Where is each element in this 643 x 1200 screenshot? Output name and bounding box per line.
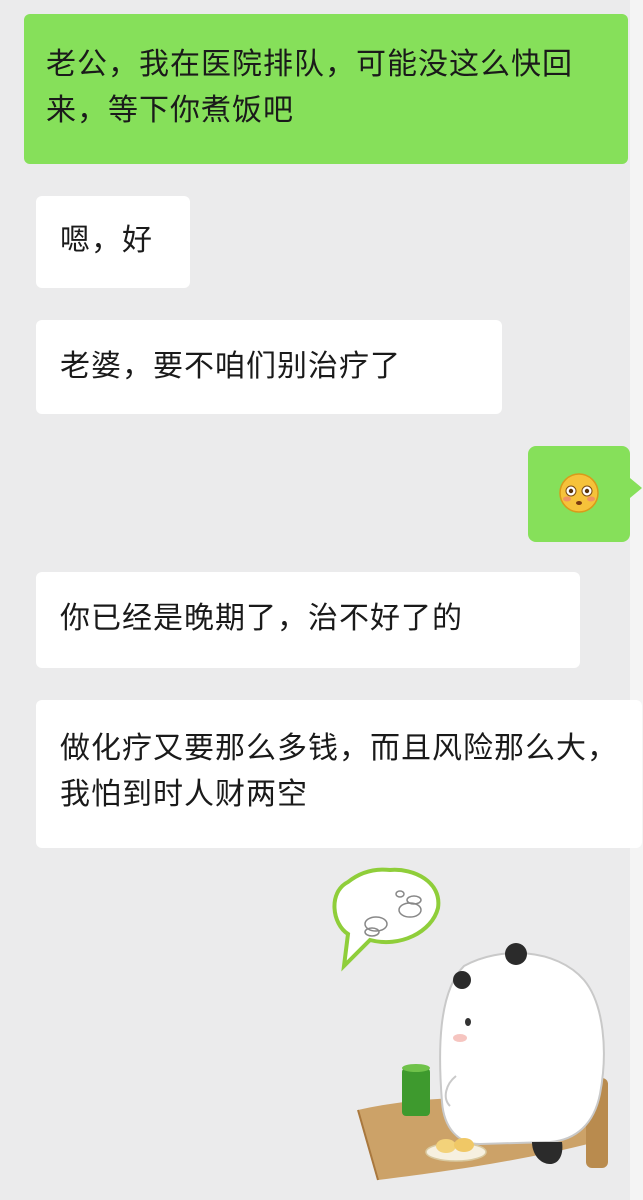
message-bubble-received[interactable]: 你已经是晚期了，治不好了的 [36,572,580,668]
message-bubble-received[interactable]: 嗯，好 [36,196,190,288]
message-text: 老公，我在医院排队，可能没这么快回来，等下你煮饭吧 [46,47,573,128]
panda-thinking-sticker[interactable] [318,862,643,1200]
chat-window: 老公，我在医院排队，可能没这么快回来，等下你煮饭吧 嗯，好 老婆，要不咱们别治疗… [0,0,643,1200]
message-bubble-received[interactable]: 老婆，要不咱们别治疗了 [36,320,502,414]
message-bubble-sent-emoji[interactable] [528,446,630,542]
message-bubble-received[interactable]: 做化疗又要那么多钱，而且风险那么大，我怕到时人财两空 [36,700,642,848]
flushed-face-icon [559,473,599,513]
message-bubble-sent[interactable]: 老公，我在医院排队，可能没这么快回来，等下你煮饭吧 [24,14,628,164]
message-text: 你已经是晚期了，治不好了的 [60,601,463,636]
bubble-tail [630,478,642,498]
message-text: 老婆，要不咱们别治疗了 [60,349,401,384]
message-text: 嗯，好 [60,223,153,258]
message-text: 做化疗又要那么多钱，而且风险那么大，我怕到时人财两空 [60,731,618,812]
